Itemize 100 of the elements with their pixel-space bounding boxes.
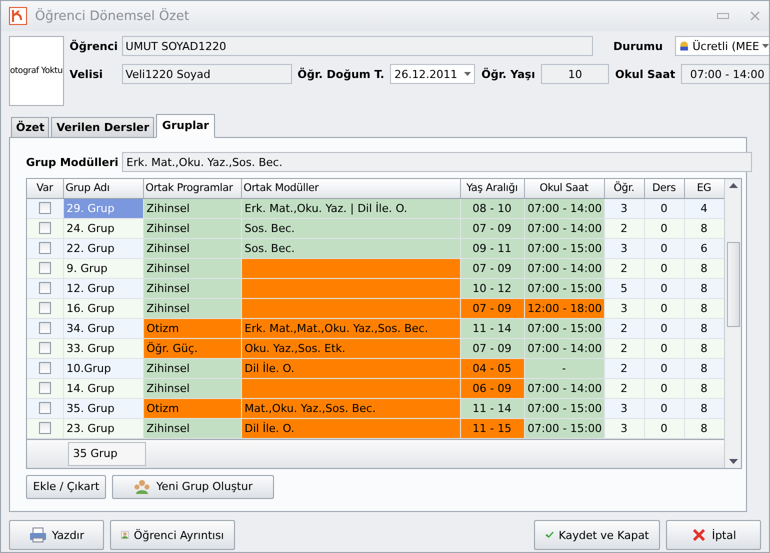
table-cell: 3 [604,238,644,258]
table-cell: 2 [604,258,644,278]
table-cell: 0 [644,258,684,278]
table-cell: Öğr. Güç. [143,338,241,358]
table-cell: 2 [604,358,644,378]
tab[interactable]: Verilen Dersler [51,117,154,138]
table-cell: Zihinsel [143,278,241,298]
table-cell: 07 - 09 [460,338,524,358]
group-name-cell[interactable]: 33. Grup [63,338,143,358]
status-dropdown[interactable]: Ücretli (MEE [675,36,769,56]
school-hours-label: Okul Saat [615,68,676,80]
table-cell: Sos. Bec. [241,238,460,258]
column-header[interactable]: Ortak Modüller [241,179,460,198]
checkbox[interactable] [38,422,51,434]
table-cell: 06 - 09 [460,378,524,398]
group-name-cell[interactable]: 14. Grup [63,378,143,398]
age-label: Öğr. Yaşı [481,68,536,80]
table-cell: 2 [604,318,644,338]
group-name-cell[interactable]: 9. Grup [63,258,143,278]
checkbox[interactable] [38,282,51,294]
table-cell: 11 - 14 [460,398,524,418]
table-cell: Zihinsel [143,218,241,238]
column-header[interactable]: Öğr. [604,179,644,198]
close-icon[interactable] [749,10,761,22]
table-cell: Dil İle. O. [241,358,460,378]
group-name-cell[interactable]: 35. Grup [63,398,143,418]
column-header[interactable]: Ders [644,179,684,198]
group-name-cell[interactable]: 22. Grup [63,238,143,258]
scroll-down-icon[interactable] [728,458,738,464]
birth-date-value: 26.12.2011 [394,68,458,80]
table-cell: Otizm [143,398,241,418]
checkbox[interactable] [38,402,51,414]
table-cell: 8 [684,338,724,358]
table-cell: 11 - 14 [460,318,524,338]
checkbox[interactable] [38,222,51,234]
printer-icon [28,527,47,543]
table-cell: Zihinsel [143,238,241,258]
group-name-cell[interactable]: 34. Grup [63,318,143,338]
table-cell: 0 [644,318,684,338]
checkbox[interactable] [38,322,51,334]
button[interactable]: İptal [666,520,761,550]
checkbox[interactable] [38,202,51,214]
group-name-cell[interactable]: 10.Grup [63,358,143,378]
table-cell: 2 [604,378,644,398]
table-cell: 8 [684,398,724,418]
scroll-up-icon[interactable] [728,183,738,188]
group-name-cell[interactable]: 23. Grup [63,418,143,438]
table-cell: 0 [644,338,684,358]
table-cell: 8 [684,258,724,278]
table-cell: 11 - 15 [460,418,524,438]
column-header[interactable]: Yaş Aralığı [460,179,524,198]
student-field: UMUT SOYAD1220 [122,36,594,56]
tab[interactable]: Özet [11,117,50,138]
table-cell: 07:00 - 15:00 [524,318,604,338]
checkbox[interactable] [38,362,51,374]
button[interactable]: Ekle / Çıkart [26,474,106,498]
table-cell: 0 [644,198,684,218]
scrollbar[interactable] [724,179,741,468]
column-header[interactable]: Var [27,179,63,198]
table-cell: 8 [684,358,724,378]
tab[interactable]: Gruplar [156,114,215,138]
checkbox[interactable] [38,302,51,314]
table-cell: 07:00 - 14:00 [524,218,604,238]
group-name-cell[interactable]: 16. Grup [63,298,143,318]
column-header[interactable]: Grup Adı [63,179,143,198]
table-cell: 07 - 09 [460,218,524,238]
table-cell: 07:00 - 14:00 [524,198,604,218]
group-name-cell[interactable]: 12. Grup [63,278,143,298]
button[interactable]: Yazdır [9,520,104,550]
table-cell: 2 [604,218,644,238]
button[interactable]: Kaydet ve Kapat [534,520,660,550]
checkbox[interactable] [38,382,51,394]
table-cell: Zihinsel [143,298,241,318]
column-header[interactable]: Ortak Programlar [143,179,241,198]
table-cell: 8 [684,378,724,398]
minimize-icon[interactable] [717,11,729,21]
checkbox[interactable] [38,262,51,274]
table-cell: 07:00 - 14:00 [524,378,604,398]
table-cell: 07 - 09 [460,258,524,278]
scroll-thumb[interactable] [726,242,740,327]
photo-field: otograf Yoktu [9,36,64,106]
table-cell: 3 [604,198,644,218]
table-cell: Erk. Mat.,Mat.,Oku. Yaz.,Sos. Bec. [241,318,460,338]
group-name-cell[interactable]: 24. Grup [63,218,143,238]
table-cell: 8 [684,318,724,338]
birth-date-field[interactable]: 26.12.2011 [390,64,476,84]
table-cell: - [524,358,604,378]
column-header[interactable]: Okul Saat [524,179,604,198]
birth-date-label: Öğr. Doğum T. [298,68,384,80]
close-icon [690,527,707,543]
table-cell: 4 [684,198,724,218]
button[interactable]: Yeni Grup Oluştur [112,474,274,498]
button[interactable]: Öğrenci Ayrıntısı [110,520,235,550]
column-header[interactable]: EG [684,179,724,198]
parent-label: Velisi [70,68,104,80]
table-cell: Oku. Yaz.,Sos. Etk. [241,338,460,358]
checkbox[interactable] [38,242,51,254]
table-cell: 8 [684,218,724,238]
table-cell: 8 [684,418,724,438]
checkbox[interactable] [38,342,51,354]
